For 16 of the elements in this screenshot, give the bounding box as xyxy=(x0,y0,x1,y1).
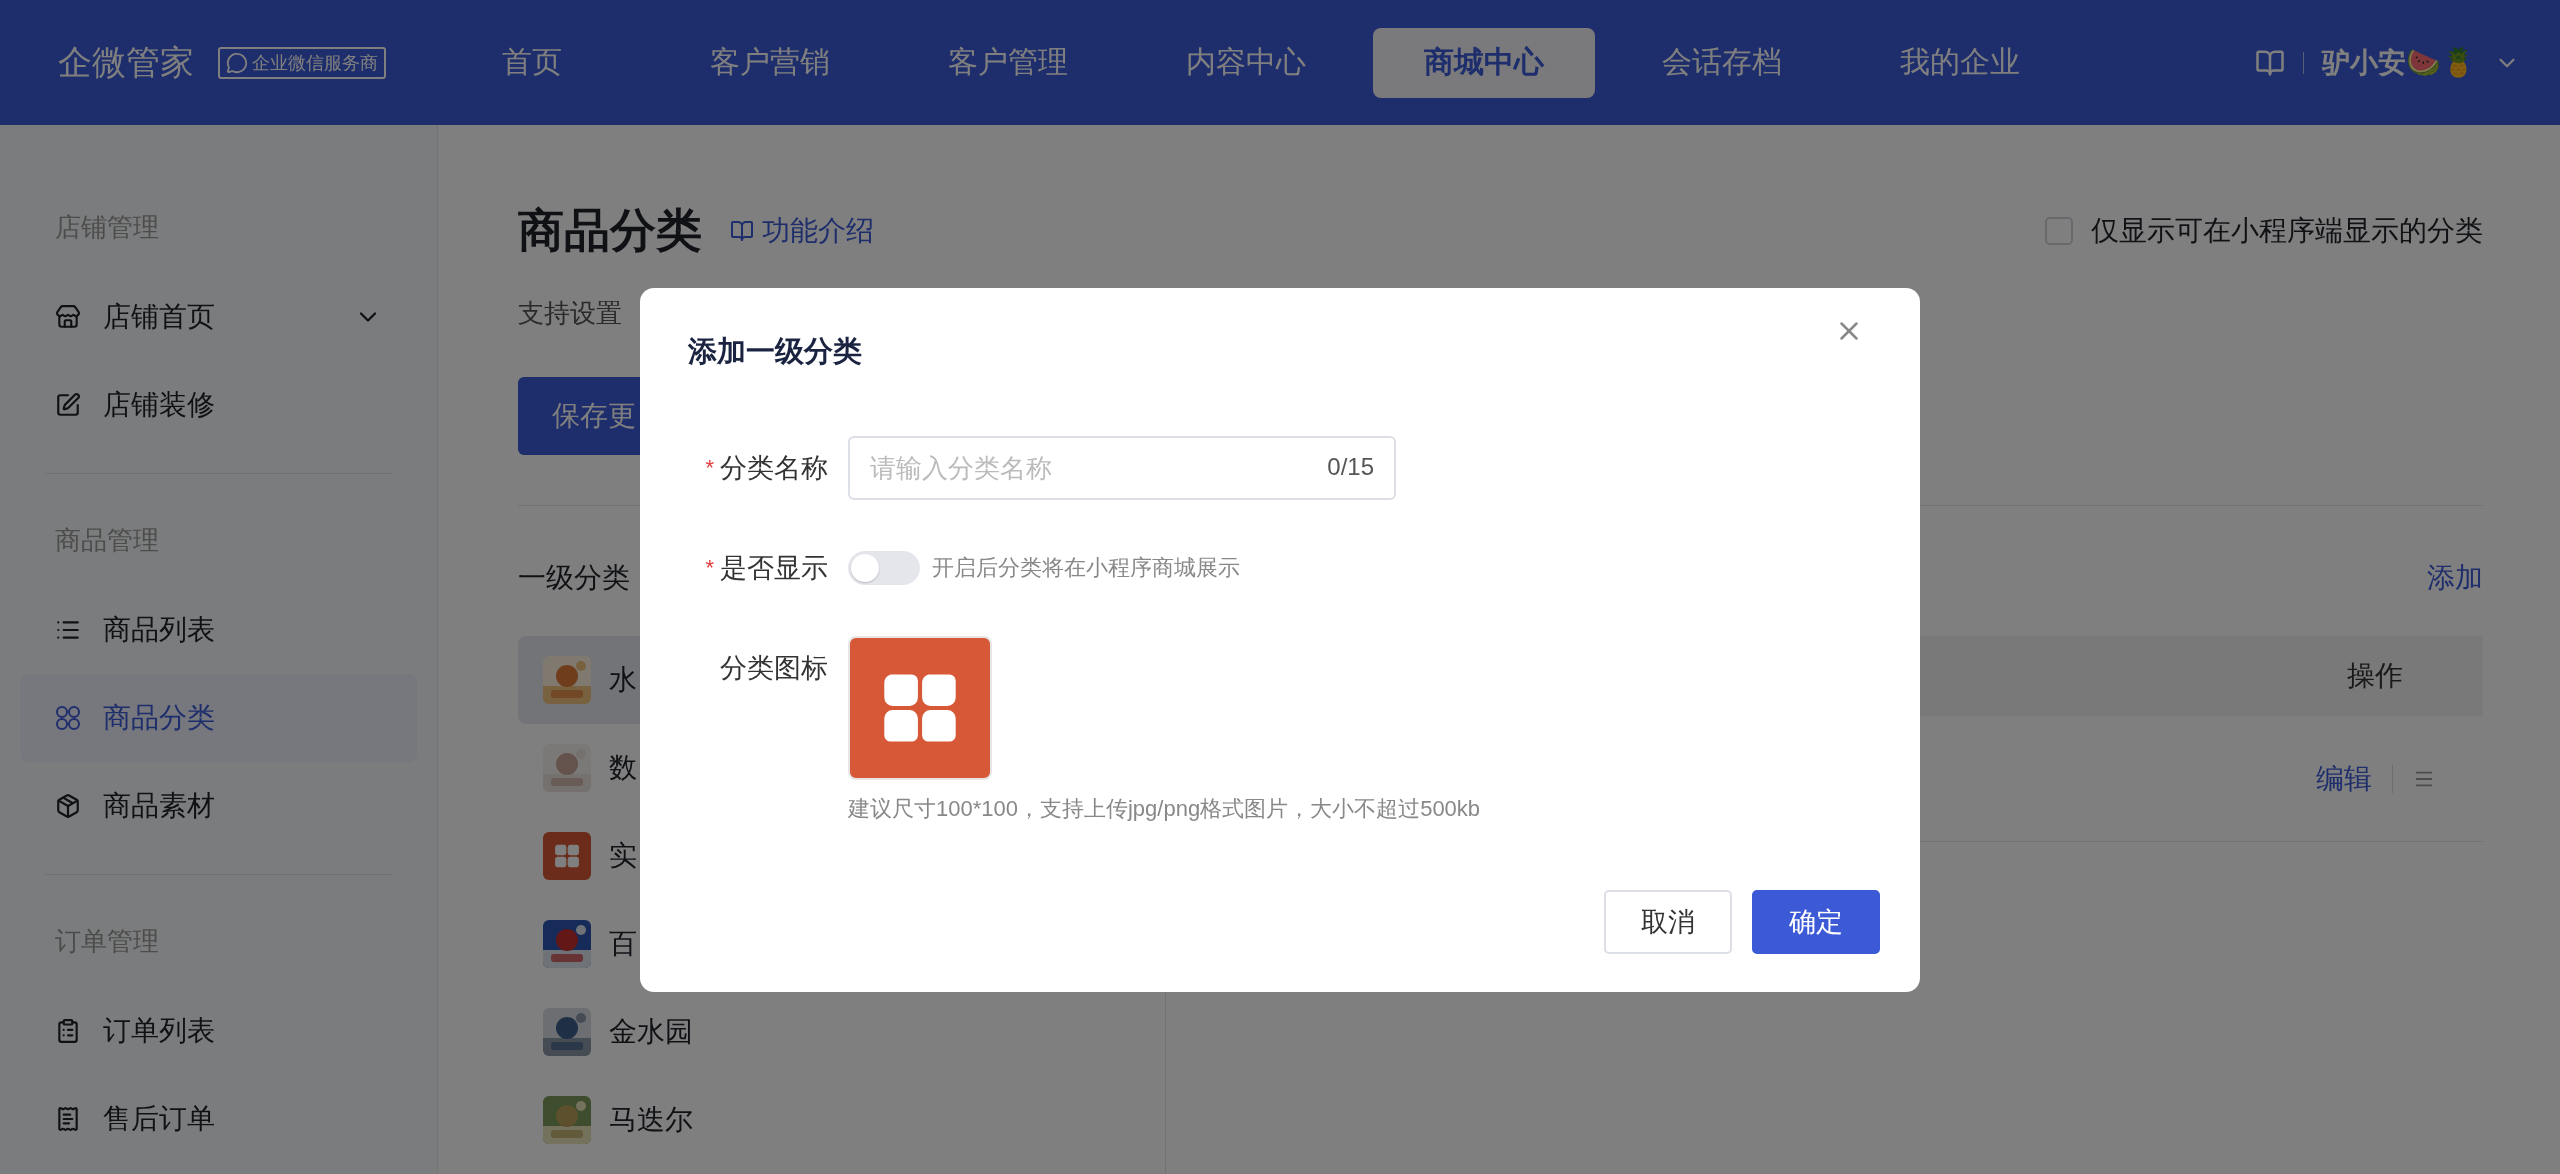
column-header: 操作 xyxy=(2347,659,2403,693)
dialog-title: 添加一级分类 xyxy=(688,334,862,369)
checkbox-label: 仅显示可在小程序端显示的分类 xyxy=(2091,214,2483,248)
app-logo: 企微管家 xyxy=(58,41,194,83)
required-mark: * xyxy=(705,555,714,581)
field-hint: 开启后分类将在小程序商城展示 xyxy=(932,554,1240,582)
partner-badge: 企业微信服务商 xyxy=(218,46,386,79)
field-label: 分类图标 xyxy=(719,652,828,685)
field-label: * 分类名称 xyxy=(704,452,828,485)
required-mark: * xyxy=(705,455,714,481)
field-label: * 是否显示 xyxy=(704,552,828,585)
field-hint: 建议尺寸100*100，支持上传jpg/png格式图片，大小不超过500kb xyxy=(848,795,1482,823)
char-counter: 0/15 xyxy=(1327,453,1374,481)
page-title: 商品分类 xyxy=(518,203,702,258)
section-title: 一级分类 xyxy=(518,561,630,595)
page-description: 支持设置 xyxy=(518,297,623,330)
